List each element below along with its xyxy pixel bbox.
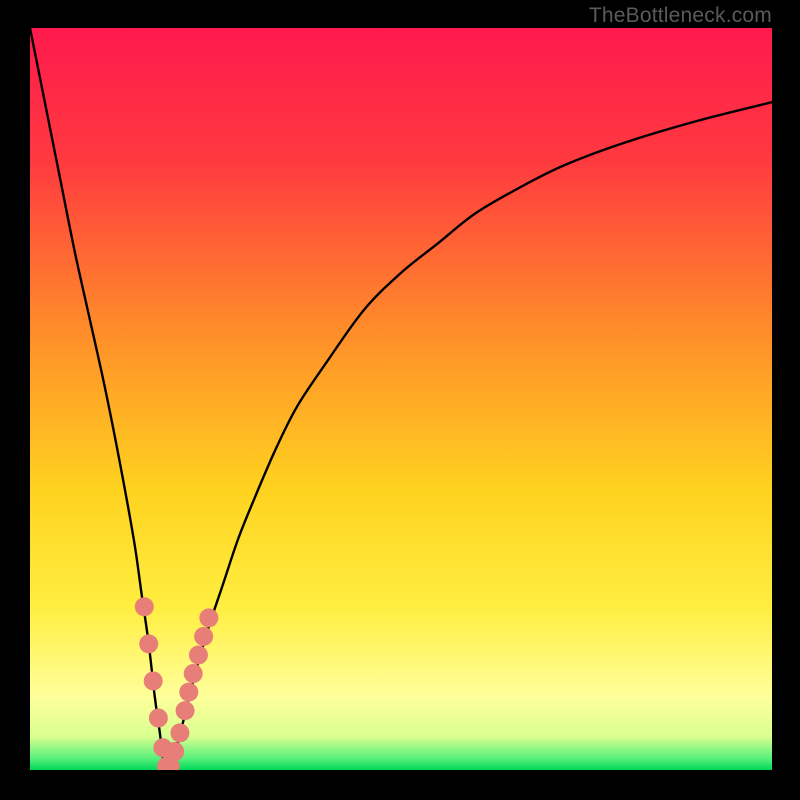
plot-area bbox=[30, 28, 772, 770]
chart-frame: TheBottleneck.com bbox=[0, 0, 800, 800]
highlight-marker bbox=[170, 723, 189, 742]
highlight-marker bbox=[135, 597, 154, 616]
highlight-marker bbox=[189, 645, 208, 664]
highlight-marker bbox=[149, 709, 168, 728]
highlight-marker bbox=[176, 701, 195, 720]
highlight-marker bbox=[165, 742, 184, 761]
highlight-marker bbox=[199, 608, 218, 627]
highlight-marker bbox=[144, 671, 163, 690]
highlight-marker bbox=[184, 664, 203, 683]
attribution-label: TheBottleneck.com bbox=[589, 4, 772, 28]
plot-svg bbox=[30, 28, 772, 770]
highlight-marker bbox=[139, 634, 158, 653]
gradient-bg bbox=[30, 28, 772, 770]
highlight-marker bbox=[194, 627, 213, 646]
highlight-marker bbox=[179, 683, 198, 702]
